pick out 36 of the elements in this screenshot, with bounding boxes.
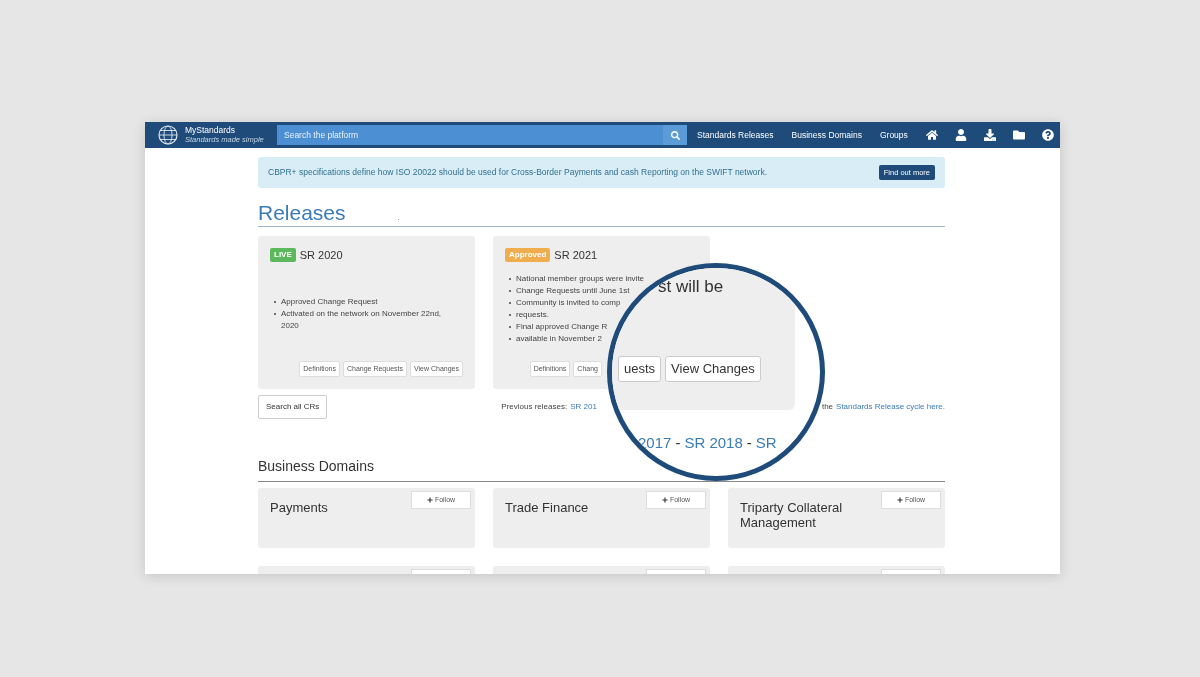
domain-name: Triparty Collateral Management: [740, 500, 844, 532]
bullet-text: Activated on the network on November 22nd, 2020: [281, 307, 443, 332]
release-link[interactable]: SR: [755, 432, 777, 455]
heading-fragment: st will be: [658, 276, 724, 298]
bullet-text: Approved Change Request: [281, 295, 379, 308]
releases-heading: Releases: [258, 201, 346, 224]
banner-text: CBPR+ specifications define how ISO 20022 should be used for Cross-Border Payments and cash Reporting on the SWIFT network.: [268, 166, 767, 179]
release-title: SR 2020: [299, 248, 343, 263]
nav-link[interactable]: Business Domains: [791, 128, 862, 142]
release-title: SR 2021: [554, 248, 598, 263]
release-cycle-link[interactable]: Standards Release cycle here.: [836, 401, 945, 413]
previous-release-link[interactable]: SR 201: [570, 401, 597, 413]
search-all-crs-button[interactable]: Search all CRs: [258, 395, 328, 419]
domain-name: Payments: [270, 500, 329, 517]
logo-title: MyStandards: [185, 126, 237, 135]
bullet-text: Community is invited to comp: [516, 296, 621, 309]
business-domains-heading: Business Domains: [258, 457, 375, 476]
dot-mark: .: [397, 212, 400, 224]
card-button[interactable]: uests: [618, 356, 662, 382]
separator: -: [675, 433, 681, 453]
nav-link[interactable]: Groups: [879, 128, 908, 142]
status-badge: LIVE: [270, 248, 296, 263]
bullet-text: Change Requests until June 1st: [516, 284, 630, 297]
card-button[interactable]: View Changes: [665, 356, 761, 382]
previous-releases-label: Previous releases:: [501, 401, 568, 413]
release-link[interactable]: SR 2018: [684, 432, 743, 455]
status-badge: Approved: [505, 248, 551, 263]
cycle-prefix: the: [821, 401, 834, 413]
domain-name: Trade Finance: [505, 500, 590, 517]
bullet-text: available in November 2: [516, 332, 602, 345]
nav-link[interactable]: Standards Releases: [697, 128, 774, 142]
bullet-text: Final approved Change R: [516, 320, 608, 333]
bullet-text: National member groups were invite: [516, 272, 645, 285]
separator: -: [746, 433, 752, 453]
bullet-text: requests.: [516, 308, 549, 321]
search-field[interactable]: Search the platform: [277, 125, 663, 145]
